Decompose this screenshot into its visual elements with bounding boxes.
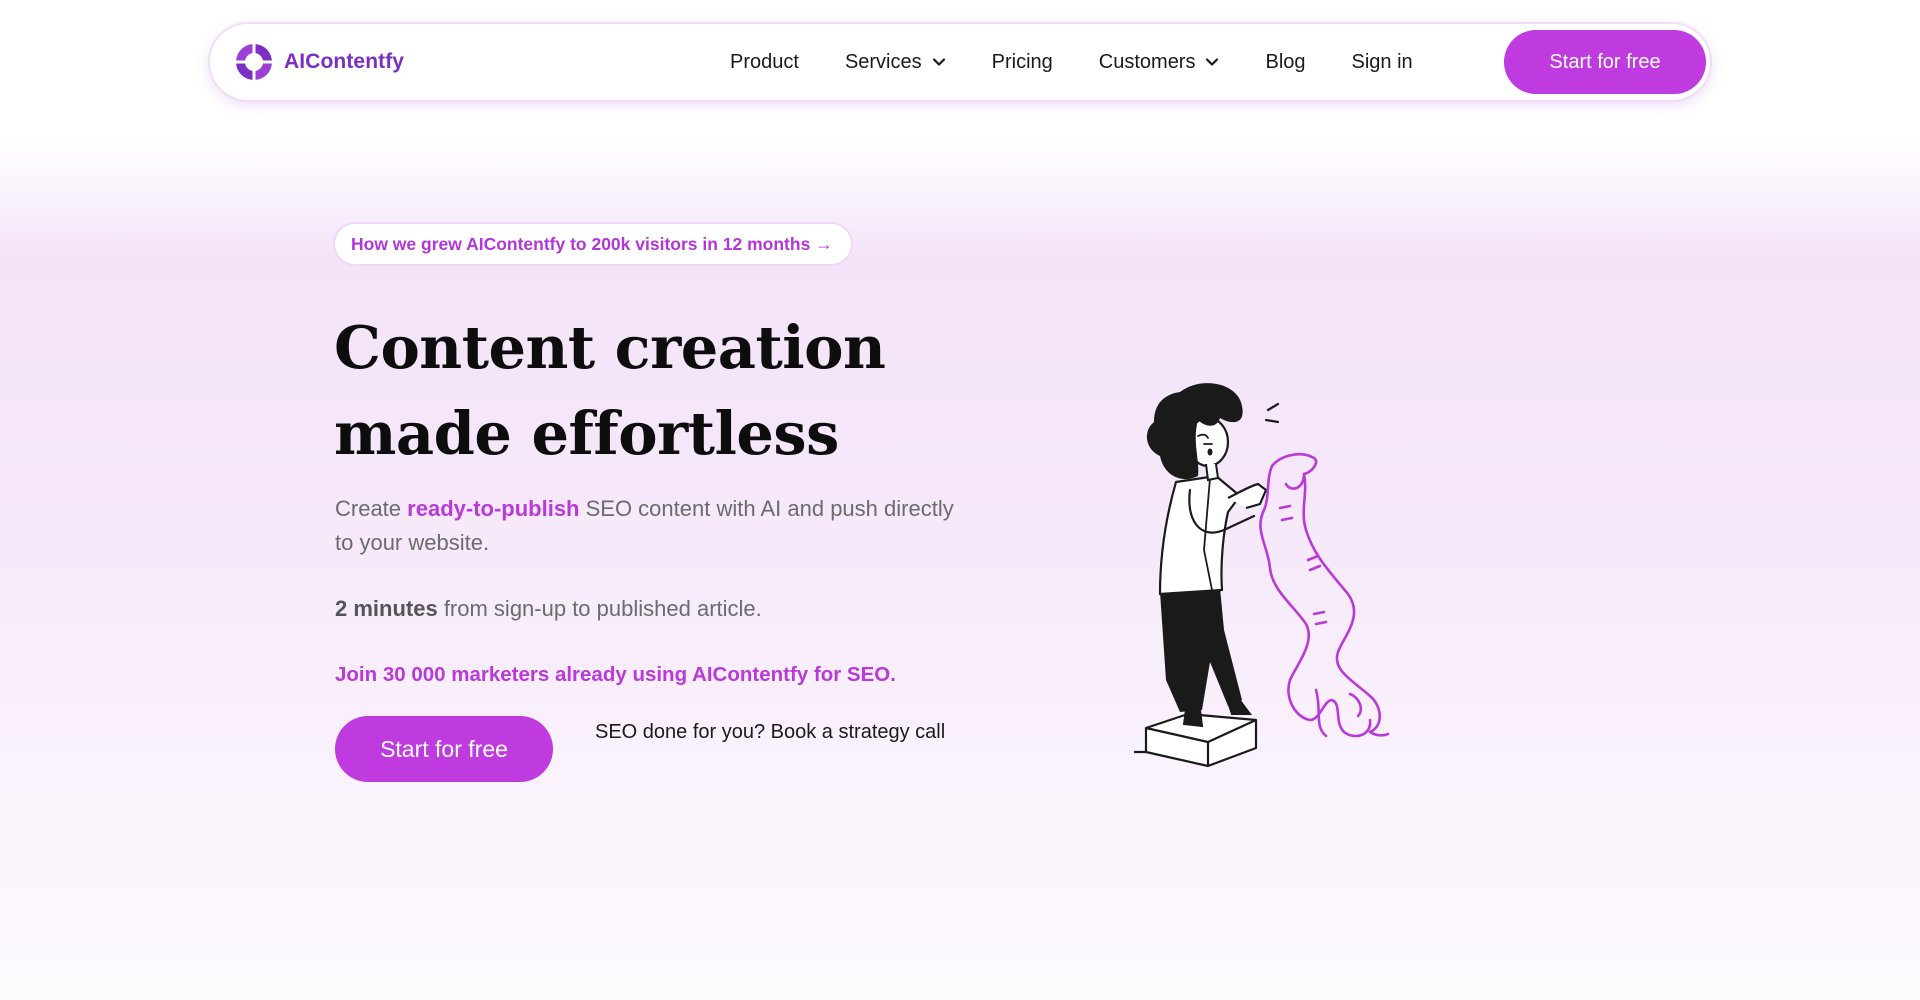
woman-reading-scroll-illustration	[1134, 383, 1390, 768]
announcement-pill-link[interactable]: How we grew AIContentfy to 200k visitors…	[335, 224, 851, 264]
hero-title: Content creation made effortless	[334, 313, 886, 468]
top-navbar: AIContentfy Product Services Pricing Cus…	[210, 24, 1710, 100]
brand-home-link[interactable]: AIContentfy	[234, 42, 404, 82]
aicontentfy-logo-icon	[234, 42, 274, 82]
paper-scroll	[1259, 453, 1390, 738]
nav-item-blog[interactable]: Blog	[1265, 51, 1305, 74]
nav-item-services[interactable]: Services	[845, 51, 946, 74]
book-strategy-call-link[interactable]: SEO done for you? Book a strategy call	[595, 718, 955, 746]
chevron-down-icon	[1206, 58, 1219, 66]
hero-time-strong: 2 minutes	[335, 596, 438, 621]
hero-subtitle: Create ready-to-publish SEO content with…	[335, 492, 955, 560]
hero-time-rest: from sign-up to published article.	[437, 596, 762, 621]
nav-item-label: Services	[844, 50, 922, 73]
hero-time-claim: 2 minutes from sign-up to published arti…	[335, 592, 762, 626]
woman-figure	[1146, 383, 1280, 728]
nav-item-label: Pricing	[991, 50, 1053, 73]
hero-subtitle-text: Create	[335, 496, 408, 521]
start-for-free-button[interactable]: Start for free	[1504, 30, 1706, 94]
main-nav: Product Services Pricing Customers Blog …	[730, 24, 1459, 100]
brand-name: AIContentfy	[284, 50, 405, 73]
nav-item-label: Product	[730, 50, 799, 73]
nav-item-product[interactable]: Product	[730, 51, 799, 74]
nav-item-pricing[interactable]: Pricing	[992, 51, 1053, 74]
hero-social-proof: Join 30 000 marketers already using AICo…	[335, 663, 896, 686]
chevron-down-icon	[932, 58, 945, 66]
nav-item-label: Sign in	[1351, 50, 1413, 73]
nav-item-label: Customers	[1098, 50, 1196, 73]
nav-item-label: Blog	[1265, 50, 1306, 73]
nav-item-customers[interactable]: Customers	[1099, 51, 1220, 74]
hero-subtitle-accent: ready-to-publish	[407, 496, 580, 521]
hero-start-for-free-button[interactable]: Start for free	[335, 716, 553, 782]
nav-item-sign-in[interactable]: Sign in	[1352, 51, 1413, 74]
